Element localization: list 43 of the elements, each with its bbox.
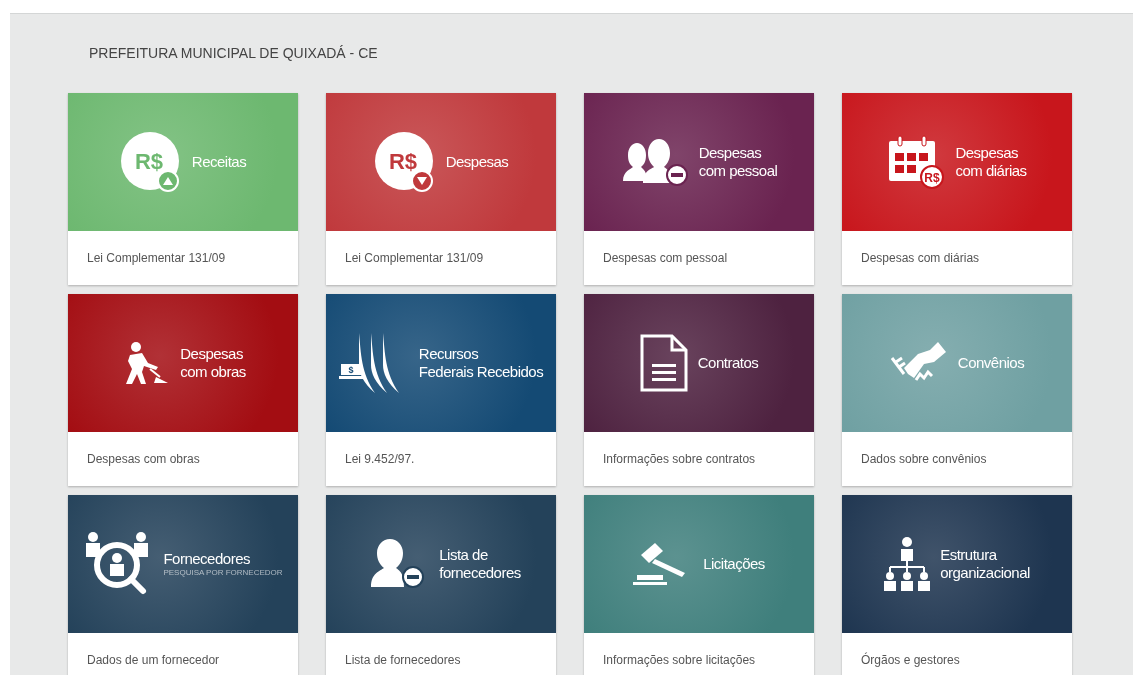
money-circle-icon: R$ [373,131,436,193]
card-caption: Dados sobre convênios [861,451,987,468]
service-card[interactable]: R$ Receitas Lei Complementar 131/09 [68,93,298,285]
card-caption: Lista de fornecedores [345,652,461,669]
people-minus-icon [620,137,689,187]
service-card[interactable]: Fornecedores PESQUISA POR FORNECEDOR Dados de um fornecedor [68,495,298,675]
document-icon [639,334,688,392]
card-caption: Despesas com diárias [861,250,980,267]
card-title: Fornecedores [163,550,251,568]
card-caption: Informações sobre licitações [603,652,756,669]
card-title: Licitações [703,555,765,573]
card-title: Convênios [957,354,1025,372]
card-title: Despesas com obras [180,345,246,381]
card-caption: Órgãos e gestores [861,651,960,669]
service-card[interactable]: Convênios Dados sobre convênios [842,294,1072,486]
card-title: Despesas [445,153,509,171]
card-caption: Lei Complementar 131/09 [345,250,484,267]
org-chart-icon [884,537,931,591]
card-subtitle: PESQUISA POR FORNECEDOR [163,568,283,578]
card-title: Lista de fornecedores [439,546,521,582]
card-title: Recursos Federais Recebidos [418,345,544,381]
card-title: Estrutura organizacional [940,546,1030,582]
service-card[interactable]: Contratos Informações sobre contratos [584,294,814,486]
service-card[interactable]: Licitações Informações sobre licitações [584,495,814,675]
card-caption: Despesas com pessoal [603,250,728,267]
card-title: Despesas com diárias [955,144,1027,180]
service-card[interactable]: R$ Despesas com diárias Despesas com diárias [842,93,1072,285]
service-card[interactable]: Despesas com pessoal Despesas com pessoal [584,93,814,285]
service-card[interactable]: Estrutura organizacional Órgãos e gestores [842,495,1072,675]
service-card[interactable]: R$ Despesas Lei Complementar 131/09 [326,93,556,285]
money-circle-icon: R$ [119,131,182,193]
card-title: Despesas com pessoal [698,144,778,180]
card-caption: Lei 9.452/97. [345,451,415,468]
service-card[interactable]: Despesas com obras Despesas com obras [68,294,298,486]
service-card[interactable]: $ Recursos Federais Recebidos Lei 9.452/97. [326,294,556,486]
card-title: Contratos [697,354,759,372]
service-card[interactable]: Lista de fornecedores Lista de fornecedores [326,495,556,675]
card-caption: Dados de um fornecedor [87,652,220,669]
card-title: Receitas [191,153,247,171]
page-title: PREFEITURA MUNICIPAL DE QUIXADÁ - CE [89,44,378,63]
card-caption: Lei Complementar 131/09 [87,250,226,267]
card-caption: Informações sobre contratos [603,451,756,468]
card-caption: Despesas com obras [87,451,200,468]
